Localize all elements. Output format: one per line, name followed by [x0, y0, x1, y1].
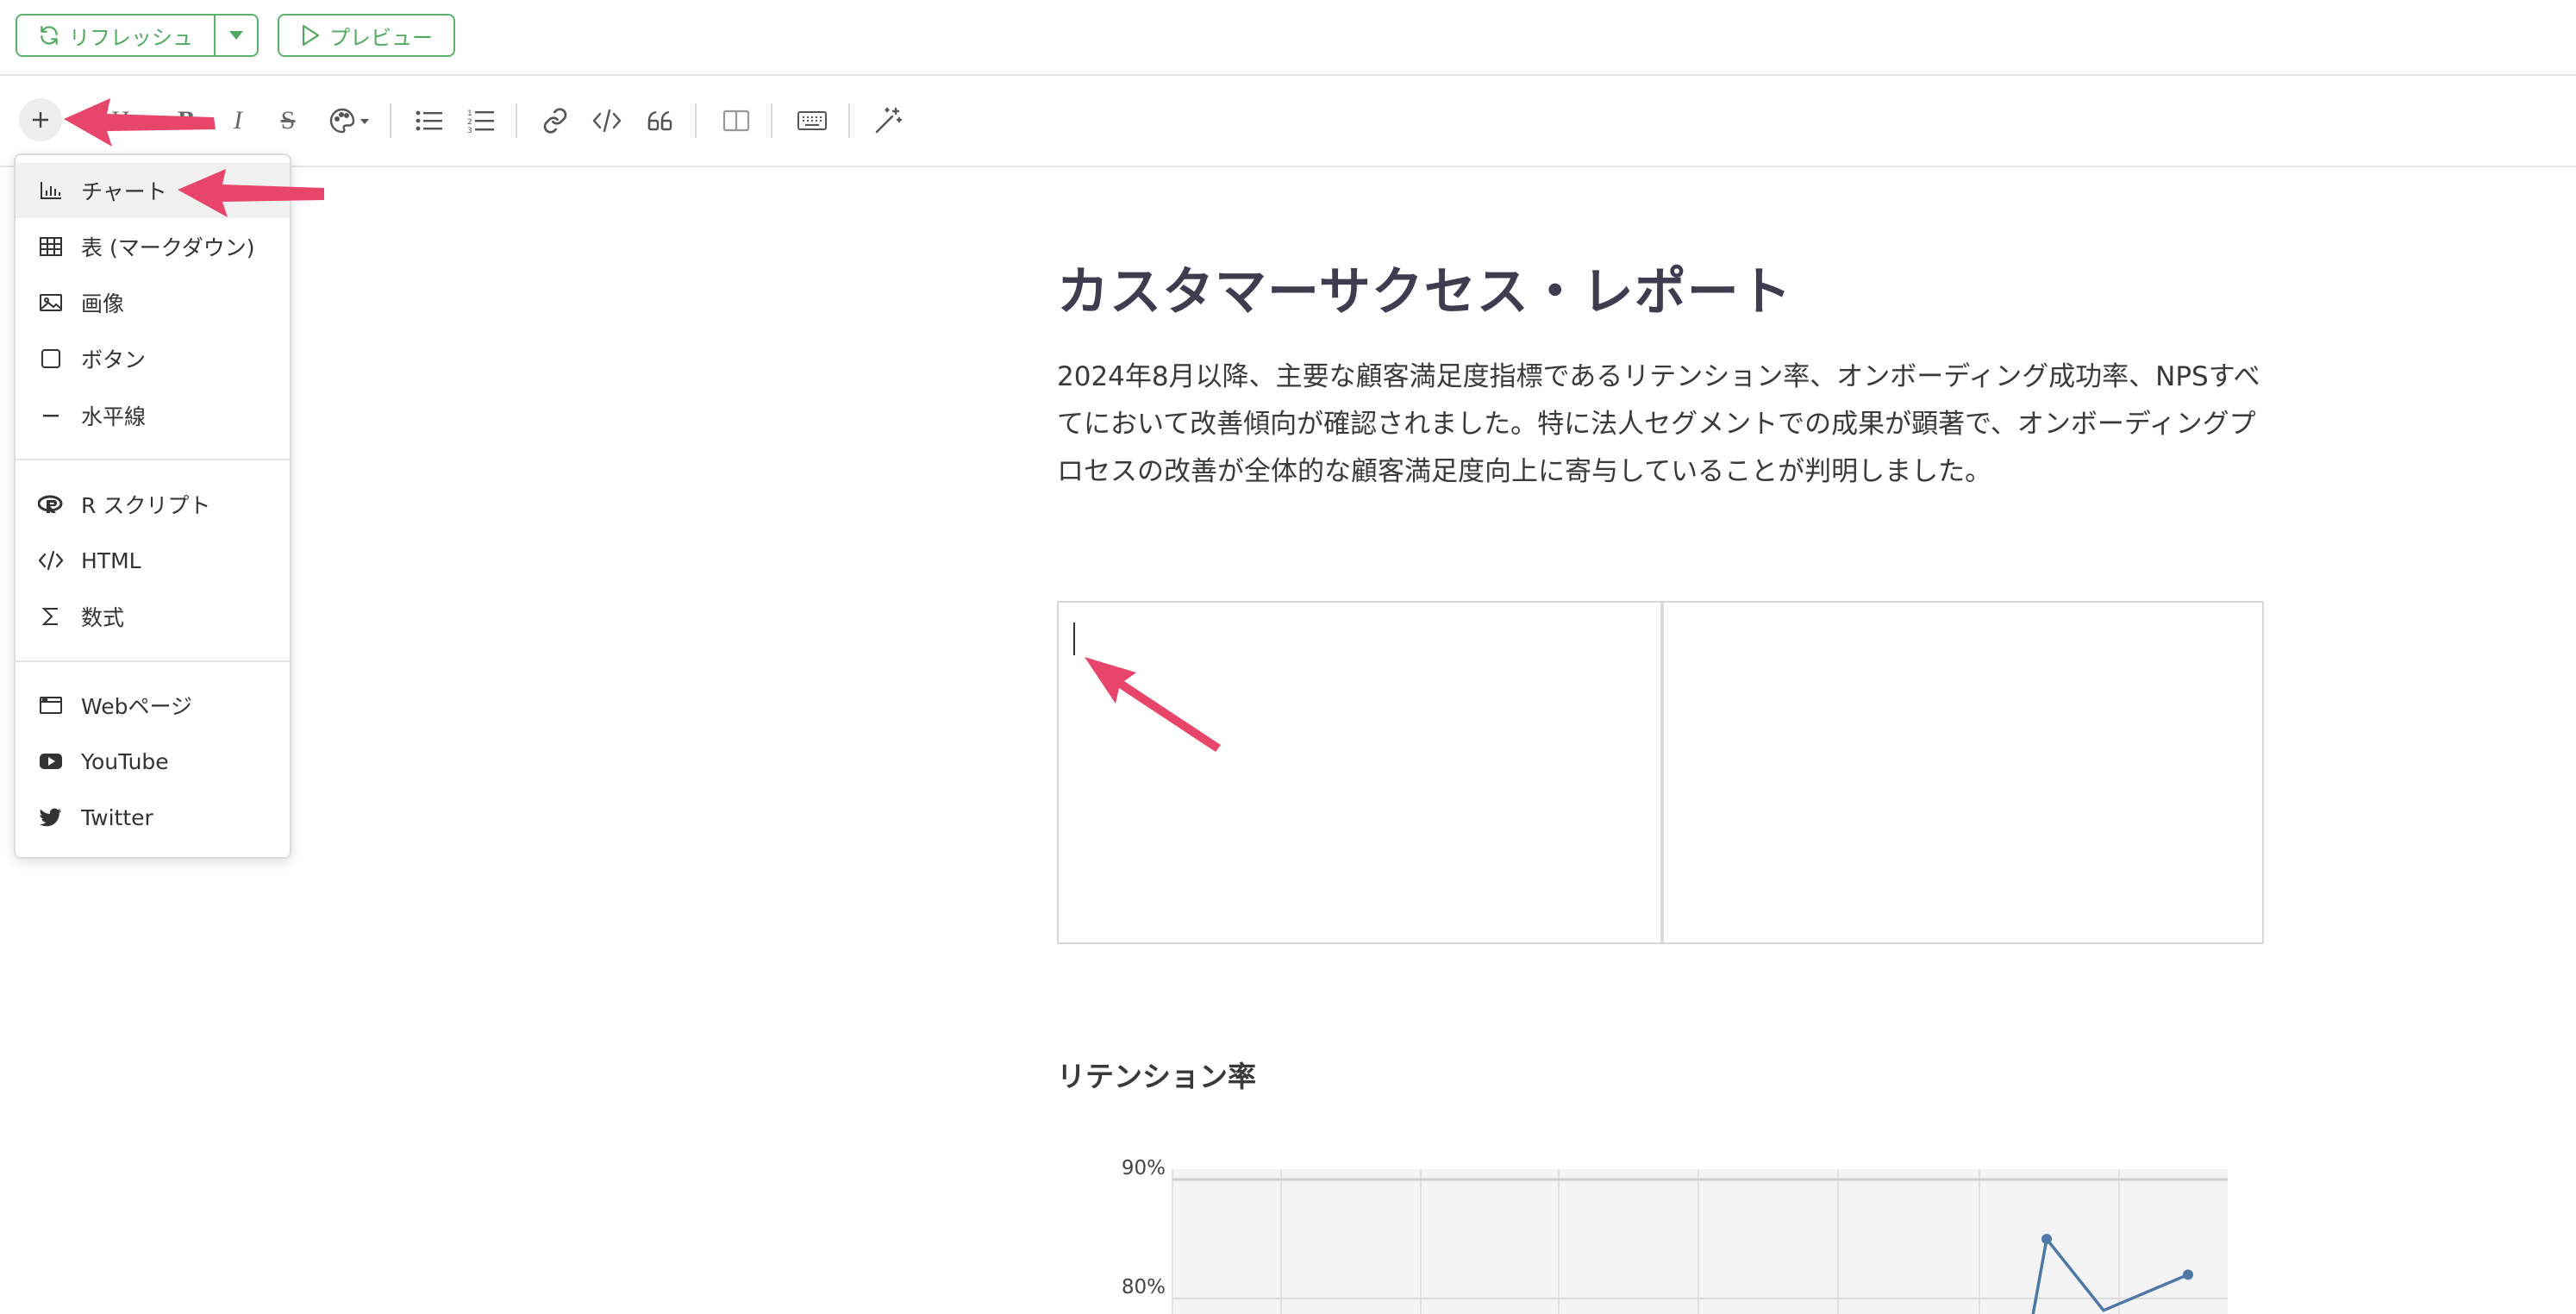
toolbar-separator [390, 103, 391, 138]
strike-label: S [280, 106, 296, 135]
menu-item-label: 表 (マークダウン) [81, 235, 255, 260]
top-action-bar: リフレッシュ プレビュー [0, 0, 2576, 76]
menu-item-webpage[interactable]: Webページ [16, 678, 290, 733]
bold-button[interactable]: B [167, 102, 205, 140]
y-tick-label: 90% [1122, 1157, 1166, 1179]
link-button[interactable] [536, 102, 574, 140]
numbered-list-icon: 1 2 3 [467, 110, 494, 134]
refresh-button[interactable]: リフレッシュ [17, 16, 216, 55]
menu-divider [16, 660, 290, 662]
plot-background [1172, 1169, 2228, 1314]
svg-text:1: 1 [467, 110, 472, 118]
play-icon [302, 24, 320, 47]
bullet-list-button[interactable] [410, 102, 448, 140]
link-icon [543, 108, 567, 134]
toolbar-separator [516, 103, 517, 138]
heading-label: H [111, 106, 130, 135]
y-tick-label: 80% [1122, 1276, 1166, 1298]
menu-item-html[interactable]: HTML [16, 533, 290, 588]
ai-magic-button[interactable] [869, 102, 907, 140]
keyboard-shortcuts-button[interactable] [793, 102, 831, 140]
series-point [2183, 1269, 2193, 1280]
r-logo-icon [38, 491, 64, 517]
menu-item-label: 数式 [81, 605, 125, 630]
italic-label: I [234, 106, 242, 135]
bullet-list-icon [416, 110, 442, 131]
menu-item-label: Webページ [81, 694, 193, 719]
heading-button[interactable]: H [102, 102, 140, 140]
insert-menu: チャート 表 (マークダウン) 画像 ボタン 水平線 R スクリプト HTML … [14, 153, 291, 859]
svg-text:3: 3 [467, 127, 472, 134]
bar-chart-icon [38, 178, 64, 203]
series-point [2041, 1234, 2052, 1244]
preview-button-label: プレビュー [329, 25, 433, 50]
menu-item-image[interactable]: 画像 [16, 275, 290, 330]
columns-button[interactable] [717, 102, 755, 140]
menu-item-math[interactable]: 数式 [16, 589, 290, 644]
button-square-icon [38, 346, 64, 372]
refresh-options-dropdown[interactable] [216, 16, 257, 55]
menu-item-label: HTML [81, 548, 141, 573]
refresh-button-group: リフレッシュ [16, 14, 259, 57]
menu-item-twitter[interactable]: Twitter [16, 790, 290, 845]
numbered-list-button[interactable]: 1 2 3 [462, 102, 500, 140]
document-title[interactable]: カスタマーサクセス・レポート [1057, 250, 1792, 325]
svg-text:2: 2 [467, 118, 472, 127]
menu-item-chart[interactable]: チャート [16, 163, 290, 218]
editor-toolbar: H B I S 1 2 3 [0, 76, 2576, 167]
plus-icon [33, 112, 48, 128]
menu-item-table[interactable]: 表 (マークダウン) [16, 219, 290, 274]
menu-item-label: YouTube [81, 748, 169, 774]
image-icon [38, 290, 64, 316]
keyboard-icon [797, 111, 827, 130]
menu-item-label: 画像 [81, 291, 125, 316]
palette-icon [329, 108, 369, 134]
column-cell-left[interactable] [1059, 603, 1660, 942]
menu-item-youtube[interactable]: YouTube [16, 734, 290, 789]
menu-item-button[interactable]: ボタン [16, 331, 290, 386]
magic-wand-icon [875, 107, 903, 134]
two-columns-icon [722, 110, 750, 132]
menu-item-label: チャート [81, 179, 167, 204]
menu-divider [16, 459, 290, 460]
refresh-icon [41, 26, 58, 45]
text-cursor [1073, 623, 1075, 655]
caret-down-icon [229, 31, 243, 40]
column-cell-right[interactable] [1664, 603, 2262, 942]
code-icon [38, 548, 64, 573]
table-icon [38, 234, 64, 260]
menu-item-r-script[interactable]: R スクリプト [16, 477, 290, 532]
menu-item-label: 水平線 [81, 404, 147, 429]
menu-item-horizontal-rule[interactable]: 水平線 [16, 388, 290, 443]
code-icon [592, 109, 622, 133]
horizontal-line-icon [38, 403, 64, 429]
text-color-button[interactable] [324, 102, 376, 140]
insert-plus-button[interactable] [19, 98, 62, 141]
sigma-icon [38, 604, 64, 629]
strikethrough-button[interactable]: S [269, 102, 307, 140]
refresh-button-label: リフレッシュ [69, 25, 193, 50]
italic-button[interactable]: I [219, 102, 257, 140]
two-column-block[interactable] [1057, 601, 2264, 944]
bold-label: B [177, 106, 195, 135]
quote-button[interactable] [641, 102, 679, 140]
retention-line-chart: 90% 80% [1122, 1157, 2228, 1314]
preview-button[interactable]: プレビュー [278, 14, 455, 57]
menu-item-label: R スクリプト [81, 493, 211, 518]
browser-window-icon [38, 692, 64, 718]
twitter-icon [38, 804, 64, 830]
toolbar-separator [695, 103, 697, 138]
document-paragraph[interactable]: 2024年8月以降、主要な顧客満足度指標であるリテンション率、オンボーディング成… [1057, 354, 2264, 496]
toolbar-separator [771, 103, 772, 138]
toolbar-separator [848, 103, 850, 138]
chart-y-ticks: 90% 80% [1122, 1157, 1166, 1298]
code-button[interactable] [588, 102, 626, 140]
menu-item-label: ボタン [81, 347, 147, 372]
menu-item-label: Twitter [81, 804, 153, 830]
quote-icon [647, 110, 672, 131]
section-heading[interactable]: リテンション率 [1057, 1054, 1256, 1095]
youtube-icon [38, 748, 64, 774]
